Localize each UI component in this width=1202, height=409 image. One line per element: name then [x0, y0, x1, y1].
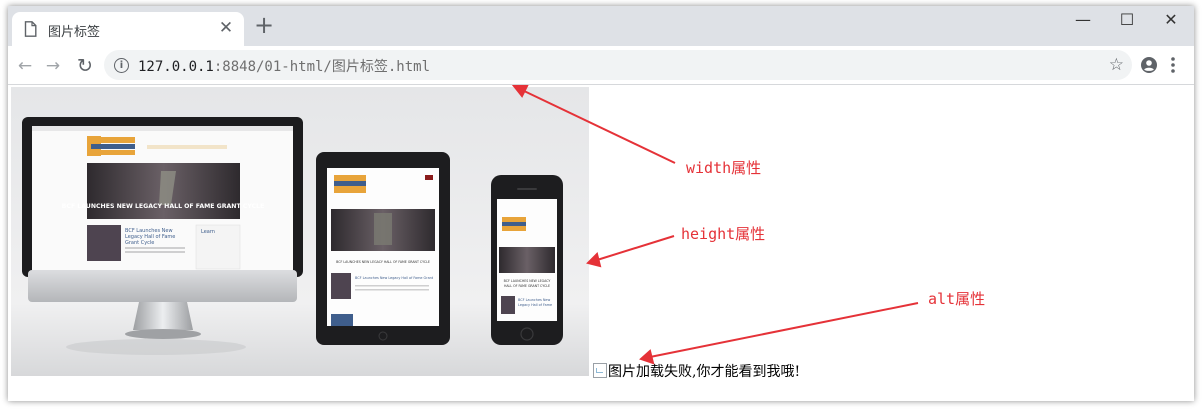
minimize-button[interactable]: — — [1061, 8, 1105, 34]
svg-text:BCF LAUNCHES NEW LEGACY: BCF LAUNCHES NEW LEGACY — [504, 279, 551, 283]
account-icon[interactable] — [1141, 57, 1157, 73]
back-button[interactable]: ← — [14, 55, 36, 77]
more-menu-icon[interactable] — [1168, 55, 1178, 75]
height-annotation: height属性 — [681, 225, 766, 243]
svg-text:BCF Launches New: BCF Launches New — [518, 298, 550, 302]
url-text[interactable]: 127.0.0.1:8848/01-html/图片标签.html — [138, 56, 430, 76]
close-window-button[interactable]: ✕ — [1149, 8, 1193, 34]
tab-title: 图片标签 — [48, 25, 101, 40]
url-path: :8848/01-html/图片标签.html — [213, 59, 431, 75]
svg-text:BCF LAUNCHES NEW LEGACY HALL O: BCF LAUNCHES NEW LEGACY HALL OF FAME GRA… — [336, 260, 430, 264]
svg-text:HALL OF FAME GRANT CYCLE: HALL OF FAME GRANT CYCLE — [504, 284, 550, 288]
reload-button[interactable]: ↻ — [74, 55, 96, 77]
svg-text:Learn: Learn — [201, 229, 215, 235]
url-host: 127.0.0.1 — [138, 59, 214, 75]
address-bar[interactable]: i 127.0.0.1:8848/01-html/图片标签.html ☆ — [104, 50, 1132, 80]
alt-annotation: alt属性 — [928, 290, 986, 308]
page-content: BCF LAUNCHES NEW LEGACY HALL OF FAME GRA… — [8, 85, 1194, 401]
forward-button[interactable]: → — [42, 55, 64, 77]
new-tab-button[interactable]: + — [252, 13, 276, 38]
banner-text: BCF LAUNCHES NEW LEGACY HALL OF FAME GRA… — [62, 203, 265, 210]
svg-text:Legacy Hall of Fame: Legacy Hall of Fame — [518, 303, 552, 307]
svg-text:Grant Cycle: Grant Cycle — [125, 240, 154, 246]
title-bar: 图片标签 ✕ + — ☐ ✕ — [8, 6, 1194, 46]
svg-text:BCF Launches New Legacy Hall o: BCF Launches New Legacy Hall of Fame Gra… — [355, 276, 434, 280]
browser-window: 图片标签 ✕ + — ☐ ✕ ← → ↻ i 127.0.0.1:8848/01… — [8, 6, 1194, 401]
broken-image: 图片加载失败,你才能看到我哦! — [593, 361, 800, 381]
width-annotation: width属性 — [686, 159, 762, 177]
broken-image-icon — [593, 363, 607, 378]
tab-close-icon[interactable]: ✕ — [216, 18, 236, 38]
star-icon[interactable]: ☆ — [1109, 55, 1124, 75]
image-alt-text: 图片加载失败,你才能看到我哦! — [608, 364, 801, 380]
maximize-button[interactable]: ☐ — [1105, 8, 1149, 34]
browser-toolbar: ← → ↻ i 127.0.0.1:8848/01-html/图片标签.html… — [8, 46, 1194, 85]
info-icon[interactable]: i — [114, 58, 129, 73]
browser-tab[interactable]: 图片标签 ✕ — [12, 12, 244, 46]
responsive-devices-image: BCF LAUNCHES NEW LEGACY HALL OF FAME GRA… — [11, 87, 589, 376]
document-icon — [24, 21, 37, 37]
